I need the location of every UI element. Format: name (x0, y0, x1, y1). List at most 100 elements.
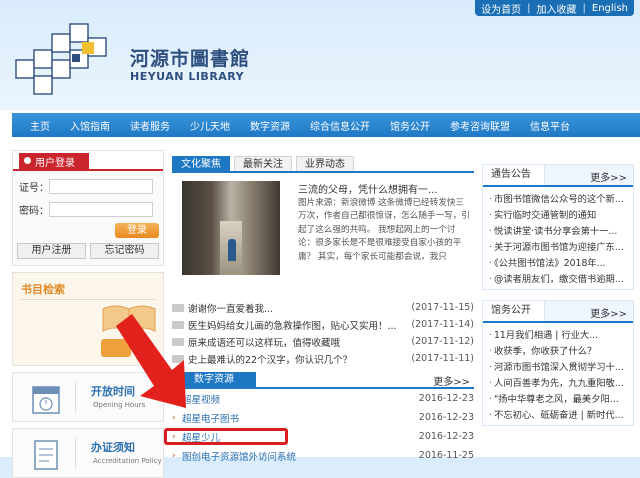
nav-children[interactable]: 少儿天地 (180, 118, 240, 133)
clipboard-icon (34, 440, 58, 470)
resource-date: 2016-12-23 (418, 431, 474, 442)
news-icon (172, 303, 184, 312)
list-item[interactable]: · "扬中华尊老之风，最美夕阳... (489, 391, 627, 407)
list-item[interactable]: · 河源市图书馆深入贯彻学习十... (489, 359, 627, 375)
list-item[interactable]: 谢谢你一直爱着我... (2017-11-15) (172, 299, 474, 316)
card-number-row: 证号： (19, 179, 163, 194)
digital-resources-header: 数字资源 更多>> (172, 371, 474, 389)
arrow-right-icon: › (172, 450, 176, 461)
accreditation-title: 办证须知 (91, 441, 135, 454)
digital-more-link[interactable]: 更多>> (433, 373, 470, 388)
affairs-list: · 11月我们相遇 | 行业大... · 收获季，你收获了什么？ · 河源市图书馆深入… (483, 323, 633, 425)
list-item[interactable]: › 超星视频 2016-12-23 (172, 389, 474, 408)
news-list: 谢谢你一直爱着我... (2017-11-15) 医生妈妈给女儿画的急救操作图，… (172, 299, 474, 367)
divider (75, 437, 76, 469)
resource-title: 超星视频 (182, 394, 221, 406)
notice-title: 实行临时交通管制的通知 (493, 210, 597, 221)
main-nav: 主页 入馆指南 读者服务 少儿天地 数字资源 综合信息公开 馆务公开 参考咨询联… (12, 113, 640, 137)
affair-title: 不忘初心、砥砺奋进 | 新时代... (493, 410, 624, 421)
affairs-title[interactable]: 馆务公开 (483, 301, 545, 321)
bullet-icon: · (489, 258, 492, 269)
highlight-box (164, 428, 288, 445)
list-item[interactable]: 医生妈妈给女儿画的急救操作图，贴心又实用！... (2017-11-14) (172, 316, 474, 333)
list-item[interactable]: · 11月我们相遇 | 行业大... (489, 327, 627, 343)
affair-title: 河源市图书馆深入贯彻学习十... (493, 362, 624, 373)
list-item[interactable]: · 收获季，你收获了什么？ (489, 343, 627, 359)
featured-photo[interactable] (182, 181, 280, 275)
forgot-password-button[interactable]: 忘记密码 (90, 243, 159, 259)
nav-home[interactable]: 主页 (12, 118, 60, 133)
nav-affairs[interactable]: 馆务公开 (380, 118, 440, 133)
login-button[interactable]: 登录 (115, 223, 159, 238)
tab-industry-news[interactable]: 业界动态 (296, 156, 354, 171)
list-item[interactable]: · 不忘初心、砥砺奋进 | 新时代... (489, 407, 627, 423)
nav-info-platform[interactable]: 信息平台 (520, 118, 580, 133)
featured-text: 图片来源：新浪微博 这条微博已经转发快三万次，作者自己都很惊讶，怎么随手一写，引… (298, 198, 470, 262)
digital-resources-list: › 超星视频 2016-12-23 › 超星电子图书 2016-12-23 › … (164, 389, 474, 465)
news-date: (2017-11-11) (411, 353, 474, 364)
add-favorite-link[interactable]: 加入收藏 (537, 1, 577, 16)
bullet-icon: · (489, 226, 492, 237)
list-item[interactable]: › 超星电子图书 2016-12-23 (172, 408, 474, 427)
notices-more-link[interactable]: 更多>> (590, 169, 627, 184)
nav-reader-service[interactable]: 读者服务 (120, 118, 180, 133)
featured-title[interactable]: 三流的父母，凭什么想拥有一... (298, 181, 438, 196)
password-label: 密码： (19, 206, 49, 217)
list-item[interactable]: 原来成语还可以这样玩，值得收藏哦 (2017-11-12) (172, 333, 474, 350)
password-input[interactable] (49, 202, 153, 217)
center-tabs: 文化聚焦 最新关注 业界动态 (172, 156, 474, 173)
set-homepage-link[interactable]: 设为首页 (481, 1, 521, 16)
resource-date: 2016-12-23 (418, 393, 474, 404)
affairs-panel: 馆务公开 更多>> · 11月我们相遇 | 行业大... · 收获季，你收获了什么？… (482, 300, 634, 426)
site-logo[interactable]: 河源市圖書館 HEYUAN LIBRARY (12, 20, 252, 100)
list-item[interactable]: › 图创电子资源馆外访问系统 2016-11-25 (172, 446, 474, 465)
list-item[interactable]: · 悦读讲堂·读书分享会第十一... (489, 223, 627, 239)
account-actions: 用户注册 忘记密码 (13, 243, 163, 265)
accreditation-box[interactable]: 办证须知 Accreditation Policy (12, 428, 164, 478)
english-link[interactable]: English (592, 3, 628, 14)
login-button-row: 登录 (13, 217, 163, 243)
accreditation-subtitle: Accreditation Policy (93, 457, 162, 465)
library-name-cn: 河源市圖書館 (130, 48, 251, 70)
nav-reference[interactable]: 参考咨询联盟 (440, 118, 520, 133)
list-item-highlighted[interactable]: › 超星少儿 2016-12-23 (164, 427, 474, 446)
card-number-label: 证号： (19, 183, 49, 194)
list-item[interactable]: · 关于河源市图书馆为迎接广东... (489, 239, 627, 255)
notices-title[interactable]: 通告公告 (483, 165, 545, 185)
notice-title: 市图书馆微信公众号的这个新... (493, 194, 624, 205)
list-item[interactable]: · 实行临时交通管制的通知 (489, 207, 627, 223)
register-button[interactable]: 用户注册 (17, 243, 86, 259)
notice-title: 关于河源市图书馆为迎接广东... (493, 242, 624, 253)
affair-title: "扬中华尊老之风，最美夕阳... (493, 394, 619, 405)
list-item[interactable]: · 市图书馆微信公众号的这个新... (489, 191, 627, 207)
bullet-icon: · (489, 242, 492, 253)
notices-header: 通告公告 更多>> (483, 165, 633, 187)
bullet-icon: · (489, 378, 492, 389)
card-number-input[interactable] (49, 179, 153, 194)
list-item[interactable]: · 《公共图书馆法》2018年... (489, 255, 627, 271)
list-item[interactable]: · 人间百善孝为先，九九重阳敬... (489, 375, 627, 391)
bullet-icon: · (489, 394, 492, 405)
list-item[interactable]: 史上最难认的22个汉字，你认识几个？ (2017-11-11) (172, 350, 474, 367)
tab-culture-focus[interactable]: 文化聚焦 (172, 156, 230, 171)
person-shape (228, 239, 236, 261)
bullet-icon: · (489, 274, 492, 285)
affair-title: 11月我们相遇 | 行业大... (493, 330, 599, 341)
red-arrow-annotation-icon (116, 314, 186, 408)
nav-digital-resources[interactable]: 数字资源 (240, 118, 300, 133)
news-date: (2017-11-15) (411, 302, 474, 313)
bullet-icon: · (489, 346, 492, 357)
divider: | (582, 2, 586, 14)
affairs-more-link[interactable]: 更多>> (590, 305, 627, 320)
divider (75, 381, 76, 413)
list-item[interactable]: · @读者朋友们，缴交借书逾期... (489, 271, 627, 287)
nav-guide[interactable]: 入馆指南 (60, 118, 120, 133)
nav-info-disclosure[interactable]: 综合信息公开 (300, 118, 380, 133)
news-date: (2017-11-12) (411, 336, 474, 347)
resource-date: 2016-12-23 (418, 412, 474, 423)
resource-title: 图创电子资源馆外访问系统 (182, 451, 297, 463)
login-header: 用户登录 (13, 151, 163, 171)
news-title: 谢谢你一直爱着我... (188, 303, 274, 315)
tab-latest[interactable]: 最新关注 (234, 156, 292, 171)
divider: | (527, 2, 531, 14)
